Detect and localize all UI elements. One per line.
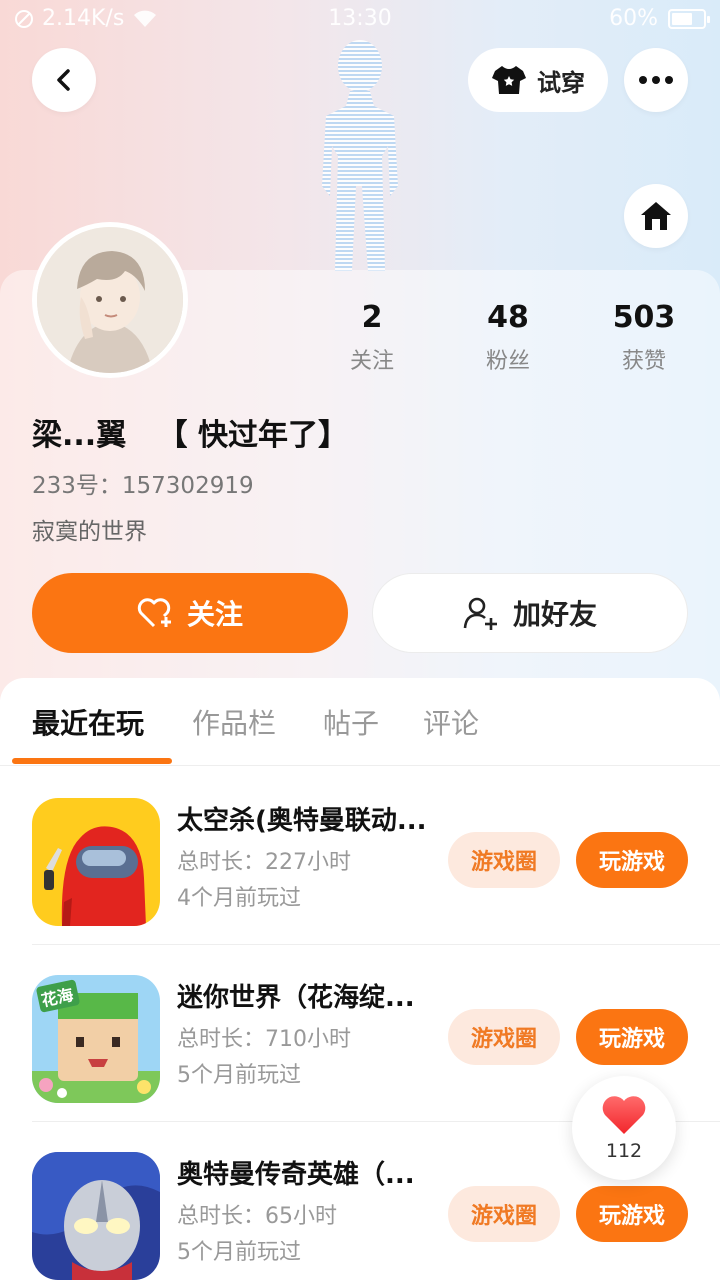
avatar[interactable] (32, 222, 188, 378)
battery-percent: 60% (609, 6, 658, 31)
add-friend-label: 加好友 (512, 598, 597, 631)
try-on-button[interactable]: 试穿 (468, 48, 608, 112)
game-name: 迷你世界（花海绽... (177, 983, 415, 1013)
stat-likes[interactable]: 503 获赞 (584, 300, 704, 375)
back-button[interactable] (32, 48, 96, 112)
game-last-played: 5个月前玩过 (177, 1240, 301, 1265)
followers-label: 粉丝 (485, 349, 530, 374)
game-last-played: 5个月前玩过 (177, 1063, 301, 1088)
followers-count: 48 (487, 300, 529, 335)
try-on-label: 试穿 (537, 68, 585, 97)
game-name: 太空杀(奥特曼联动... (177, 806, 427, 836)
ultraman-icon[interactable] (32, 1152, 160, 1280)
add-friend-button[interactable]: 加好友 (372, 573, 688, 653)
heart-plus-icon (137, 598, 171, 628)
game-duration: 总时长：65小时 (177, 1204, 337, 1229)
heart-icon (602, 1096, 646, 1134)
nickname: 梁...翼 【 快过年了】 (32, 418, 348, 453)
stat-followers[interactable]: 48 粉丝 (448, 300, 568, 375)
clock: 13:30 (328, 6, 392, 31)
follow-button[interactable]: 关注 (32, 573, 348, 653)
3d-avatar-figure (322, 40, 398, 271)
stat-following[interactable]: 2 关注 (312, 300, 432, 375)
game-duration: 总时长：227小时 (177, 850, 351, 875)
like-fab-button[interactable]: 112 (572, 1076, 676, 1180)
play-game-button[interactable]: 玩游戏 (576, 832, 688, 888)
likes-label: 获赞 (621, 349, 666, 374)
bio: 寂寞的世界 (32, 519, 147, 545)
play-game-button[interactable]: 玩游戏 (576, 1186, 688, 1242)
game-circle-button[interactable]: 游戏圈 (448, 1186, 560, 1242)
tab-works[interactable]: 作品栏 (192, 702, 276, 742)
tshirt-icon (492, 66, 526, 94)
more-options-button[interactable] (624, 48, 688, 112)
game-circle-button[interactable]: 游戏圈 (448, 832, 560, 888)
tab-bar: 最近在玩 作品栏 帖子 评论 (0, 678, 720, 766)
game-name: 奥特曼传奇英雄（... (177, 1160, 415, 1190)
tab-recent-played[interactable]: 最近在玩 (32, 702, 144, 742)
active-tab-indicator (12, 758, 172, 764)
more-dots-icon (639, 76, 673, 84)
play-game-button[interactable]: 玩游戏 (576, 1009, 688, 1065)
home-button[interactable] (624, 184, 688, 248)
avatar-illustration (37, 227, 183, 373)
mini-world-icon[interactable]: 花海 (32, 975, 160, 1103)
game-last-played: 4个月前玩过 (177, 886, 301, 911)
likes-count: 503 (612, 300, 676, 335)
following-count: 2 (361, 300, 383, 335)
user-id: 233号：157302919 (32, 473, 254, 499)
tab-posts[interactable]: 帖子 (323, 702, 379, 742)
add-user-icon (463, 597, 497, 630)
game-row[interactable]: 太空杀(奥特曼联动... 总时长：227小时 4个月前玩过 游戏圈 玩游戏 (0, 768, 720, 945)
game-circle-button[interactable]: 游戏圈 (448, 1009, 560, 1065)
chevron-left-icon (57, 69, 70, 91)
among-us-style-icon[interactable] (32, 798, 160, 926)
battery-icon (668, 8, 710, 29)
like-count: 112 (605, 1140, 643, 1162)
following-label: 关注 (349, 349, 394, 374)
content-panel: 最近在玩 作品栏 帖子 评论 太空杀(奥特曼联动... 总时长：227小时 4个… (0, 678, 720, 1280)
tab-comments[interactable]: 评论 (423, 702, 479, 742)
status-bar: 2.14K/s 13:30 60% (0, 0, 720, 40)
follow-label: 关注 (186, 598, 243, 631)
game-duration: 总时长：710小时 (177, 1027, 351, 1052)
home-icon (641, 202, 671, 230)
